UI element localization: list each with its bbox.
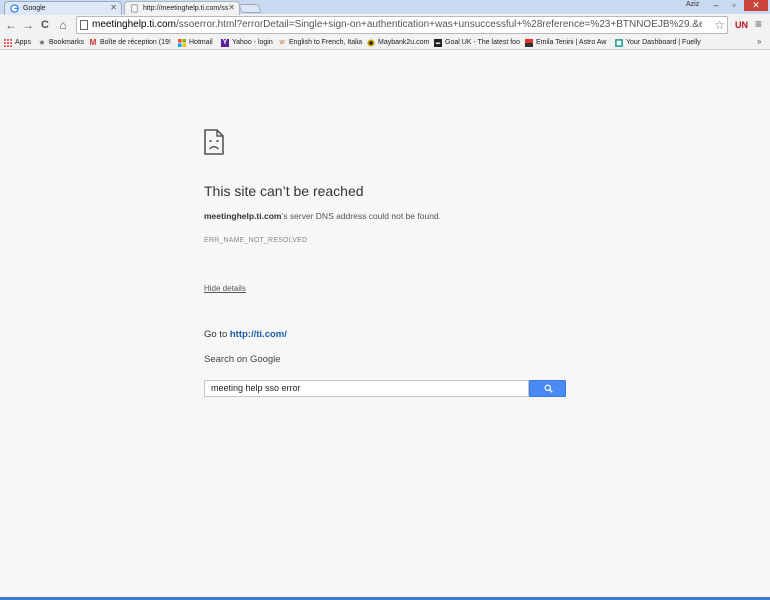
bookmark-label: Apps bbox=[15, 39, 31, 46]
bookmark-label: Boîte de réception (19! bbox=[100, 39, 171, 46]
windows-icon bbox=[178, 39, 186, 47]
error-title: This site can’t be reached bbox=[204, 183, 364, 199]
new-tab-button[interactable] bbox=[238, 4, 262, 13]
tab-close-icon[interactable]: ✕ bbox=[110, 3, 117, 12]
back-button[interactable]: ← bbox=[4, 18, 18, 32]
profile-name[interactable]: Aziz bbox=[686, 1, 699, 8]
error-description-text: ’s server DNS address could not be found… bbox=[281, 211, 442, 221]
error-description: meetinghelp.ti.com’s server DNS address … bbox=[204, 211, 441, 221]
page-icon bbox=[80, 20, 88, 30]
bookmark-gmail[interactable]: M Boîte de réception (19! bbox=[89, 37, 171, 49]
bookmarks-overflow-button[interactable]: » bbox=[757, 37, 761, 46]
bookmark-star-icon[interactable]: ☆ bbox=[714, 18, 725, 32]
url-path: /ssoerror.html?errorDetail=Single+sign-o… bbox=[175, 19, 702, 30]
url-host: meetinghelp.ti.com bbox=[92, 19, 176, 30]
tab-meetinghelp[interactable]: http://meetinghelp.ti.com/ss ✕ bbox=[124, 1, 240, 15]
bookmark-hotmail[interactable]: Hotmail bbox=[178, 37, 213, 49]
wr-icon: w bbox=[279, 39, 285, 46]
reload-button[interactable]: C bbox=[38, 18, 52, 32]
goal-icon bbox=[434, 39, 442, 47]
address-bar[interactable]: meetinghelp.ti.com/ssoerror.html?errorDe… bbox=[76, 16, 728, 34]
bookmark-astro[interactable]: Emila Tenini | Astro Aw bbox=[525, 37, 606, 49]
search-label: Search on Google bbox=[204, 354, 281, 365]
google-search-input[interactable]: meeting help sso error bbox=[204, 380, 529, 397]
maybank-icon bbox=[367, 39, 375, 47]
url-text[interactable]: meetinghelp.ti.com/ssoerror.html?errorDe… bbox=[92, 19, 702, 31]
bookmark-label: Hotmail bbox=[189, 39, 213, 46]
bookmark-fuelly[interactable]: Your Dashboard | Fuelly bbox=[615, 37, 701, 49]
restore-button[interactable]: ▫ bbox=[726, 0, 742, 11]
sad-page-icon bbox=[204, 129, 224, 155]
bookmark-label: Goal UK - The latest foo bbox=[445, 39, 520, 46]
bookmark-goal[interactable]: Goal UK - The latest foo bbox=[434, 37, 520, 49]
close-window-button[interactable]: ✕ bbox=[744, 0, 768, 11]
toolbar: ← → C ⌂ meetinghelp.ti.com/ssoerror.html… bbox=[0, 14, 770, 36]
error-page: This site can’t be reached meetinghelp.t… bbox=[0, 51, 770, 597]
bookmark-yahoo[interactable]: Y Yahoo - login bbox=[221, 37, 273, 49]
page-favicon-icon bbox=[131, 4, 138, 13]
bookmark-label: Bookmarks bbox=[49, 39, 85, 46]
goto-suggestion: Go to http://ti.com/ bbox=[204, 329, 287, 340]
bookmark-maybank[interactable]: Maybank2u.com bbox=[367, 37, 429, 49]
bookmark-label: Emila Tenini | Astro Aw bbox=[536, 39, 607, 46]
forward-button[interactable]: → bbox=[21, 18, 35, 32]
bookmark-label: Yahoo - login bbox=[232, 39, 273, 46]
browser-chrome: Google ✕ http://meetinghelp.ti.com/ss ✕ … bbox=[0, 0, 770, 50]
google-search-button[interactable] bbox=[529, 380, 566, 397]
bookmark-label: English to French, Italia bbox=[289, 39, 363, 46]
hide-details-link[interactable]: Hide details bbox=[204, 284, 246, 293]
tab-google[interactable]: Google ✕ bbox=[4, 1, 122, 15]
apps-icon bbox=[4, 39, 12, 47]
bookmarks-bar: Apps ★ Bookmarks M Boîte de réception (1… bbox=[0, 36, 770, 50]
gmail-icon: M bbox=[89, 38, 97, 47]
google-favicon-icon bbox=[10, 4, 19, 13]
error-code: ERR_NAME_NOT_RESOLVED bbox=[204, 237, 308, 244]
yahoo-icon: Y bbox=[221, 39, 229, 47]
title-bar: Google ✕ http://meetinghelp.ti.com/ss ✕ … bbox=[0, 0, 770, 15]
goto-link[interactable]: http://ti.com/ bbox=[230, 329, 287, 340]
chrome-menu-icon[interactable]: ≡ bbox=[755, 17, 762, 31]
goto-prefix: Go to bbox=[204, 329, 230, 340]
bookmark-apps[interactable]: Apps bbox=[4, 37, 31, 49]
star-icon: ★ bbox=[38, 38, 46, 47]
extension-un-icon[interactable]: UN bbox=[735, 20, 748, 30]
bookmark-label: Your Dashboard | Fuelly bbox=[626, 39, 701, 46]
bookmark-label: Maybank2u.com bbox=[378, 39, 430, 46]
minimize-button[interactable]: – bbox=[708, 0, 724, 11]
search-icon bbox=[544, 384, 553, 393]
tab-title: http://meetinghelp.ti.com/ss bbox=[143, 5, 229, 12]
tab-title: Google bbox=[23, 5, 46, 12]
tab-close-icon[interactable]: ✕ bbox=[228, 3, 235, 12]
flag-icon bbox=[525, 39, 533, 47]
bookmark-wordreference[interactable]: w English to French, Italia bbox=[278, 37, 362, 49]
error-host: meetinghelp.ti.com bbox=[204, 211, 282, 221]
fuelly-icon bbox=[615, 39, 623, 47]
home-button[interactable]: ⌂ bbox=[56, 18, 70, 32]
bookmark-bookmarks[interactable]: ★ Bookmarks bbox=[38, 37, 84, 49]
